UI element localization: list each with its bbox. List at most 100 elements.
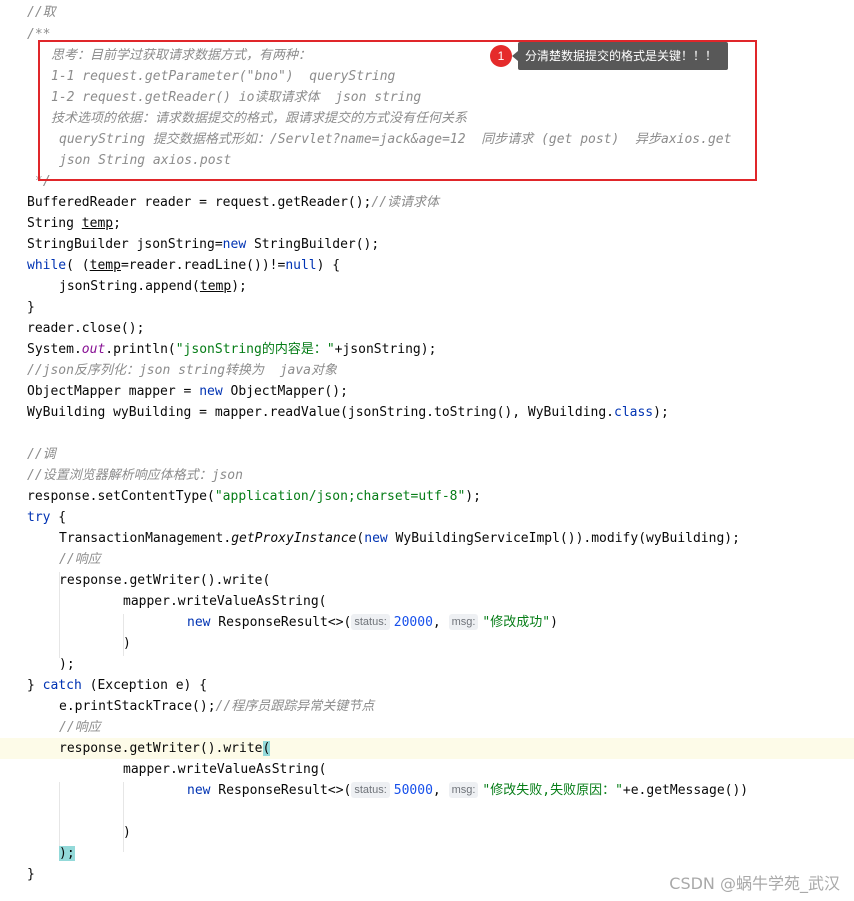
code-line: new ResponseResult<>(status: 20000, msg: "… [0,612,854,633]
code-text: } [27,300,35,315]
keyword: null [285,258,317,273]
code-text: response.getWriter().write [59,741,263,756]
code-text: ) [123,825,131,840]
code-line: //设置浏览器解析响应体格式：json [0,465,854,486]
code-line: response.getWriter().write( [0,570,854,591]
code-text: =reader.readLine())!= [120,258,286,273]
code-text: WyBuildingServiceImpl()).modify(wyBuildi… [387,531,740,546]
code-text: System. [27,342,82,357]
keyword: new [187,783,211,798]
variable: temp [81,216,114,231]
code-line: WyBuilding wyBuilding = mapper.readValue… [0,402,854,423]
code-line: BufferedReader reader = request.getReade… [0,192,854,213]
keyword: try [27,510,51,525]
code-line: while( (temp=reader.readLine())!=null) { [0,255,854,276]
comment: //响应 [59,720,101,735]
code-text: ; [113,216,121,231]
code-line: e.printStackTrace();//程序员跟踪异常关键节点 [0,696,854,717]
code-text: +e.getMessage()) [622,783,749,798]
code-line: ) [0,633,854,654]
code-line: ); [0,843,854,864]
comment: //取 [27,5,56,20]
code-line: System.out.println("jsonString的内容是："+jso… [0,339,854,360]
code-line: String temp; [0,213,854,234]
static-field: out [81,342,106,357]
code-line: response.setContentType("application/jso… [0,486,854,507]
code-text: { [50,510,67,525]
code-line: StringBuilder jsonString=new StringBuild… [0,234,854,255]
parameter-hint: status: [351,782,390,798]
code-text: ObjectMapper mapper = [27,384,200,399]
parameter-hint: status: [351,614,390,630]
code-text: response.getWriter().write( [59,573,271,588]
code-text: ( ( [66,258,90,273]
comment: //json反序列化：json string转换为 java对象 [27,363,338,378]
code-line: //调 [0,444,854,465]
code-text: ); [653,405,669,420]
code-line: jsonString.append(temp); [0,276,854,297]
string-literal: "jsonString的内容是：" [175,342,335,357]
annotation-badge: 1 [490,45,512,67]
code-line: mapper.writeValueAsString( [0,759,854,780]
string-literal: "修改成功" [482,615,551,630]
code-text: (Exception e) { [81,678,208,693]
code-line: } [0,297,854,318]
code-line: } catch (Exception e) { [0,675,854,696]
code-editor[interactable]: //取 /** 思考：目前学过获取请求数据方式，有两种： 1-1 request… [0,0,854,901]
variable: temp [89,258,121,273]
code-line: try { [0,507,854,528]
comment: //调 [27,447,56,462]
code-text: response.setContentType( [27,489,215,504]
code-text: +jsonString); [334,342,437,357]
annotation-tooltip: 分清楚数据提交的格式是关键！！！ [512,42,728,70]
code-text: ) [550,615,558,630]
code-text: , [432,615,449,630]
code-text: mapper.writeValueAsString( [123,762,327,777]
code-text: StringBuilder jsonString= [27,237,223,252]
code-text: ) { [316,258,341,273]
code-text: .println( [105,342,176,357]
code-text: StringBuilder(); [246,237,380,252]
number-literal: 50000 [393,783,433,798]
code-text: ResponseResult<>( [210,783,352,798]
watermark: CSDN @蜗牛学苑_武汉 [669,874,840,893]
comment: //响应 [59,552,101,567]
keyword: new [222,237,247,252]
code-text: jsonString.append( [59,279,200,294]
code-line: ObjectMapper mapper = new ObjectMapper()… [0,381,854,402]
code-line: TransactionManagement.getProxyInstance(n… [0,528,854,549]
keyword: new [364,531,388,546]
matched-paren: ); [59,846,75,861]
keyword: new [187,615,211,630]
string-literal: "application/json;charset=utf-8" [214,489,466,504]
variable: temp [199,279,232,294]
code-text: WyBuilding wyBuilding = mapper.readValue… [27,405,614,420]
code-text: ObjectMapper(); [222,384,348,399]
number-literal: 20000 [393,615,433,630]
keyword: class [614,405,654,420]
code-text: } [27,678,43,693]
code-line: mapper.writeValueAsString( [0,591,854,612]
code-text: ); [465,489,481,504]
code-text: TransactionManagement. [59,531,232,546]
code-text: String [27,216,82,231]
comment: //程序员跟踪异常关键节点 [215,699,375,714]
current-line: response.getWriter().write( [0,738,854,759]
code-line: reader.close(); [0,318,854,339]
code-line: ) [0,822,854,843]
parameter-hint: msg: [448,614,479,630]
keyword: new [199,384,223,399]
keyword: catch [42,678,82,693]
code-text: ); [59,657,75,672]
parameter-hint: msg: [448,782,479,798]
code-text: BufferedReader reader = request.getReade… [27,195,372,210]
code-line: ); [0,654,854,675]
code-text: , [432,783,449,798]
code-line: new ResponseResult<>(status: 50000, msg: "… [0,780,854,801]
string-literal: "修改失败,失败原因：" [482,783,623,798]
keyword: while [27,258,67,273]
code-text: ) [123,636,131,651]
code-text: mapper.writeValueAsString( [123,594,327,609]
code-text: } [27,867,35,882]
comment: //读请求体 [371,195,440,210]
